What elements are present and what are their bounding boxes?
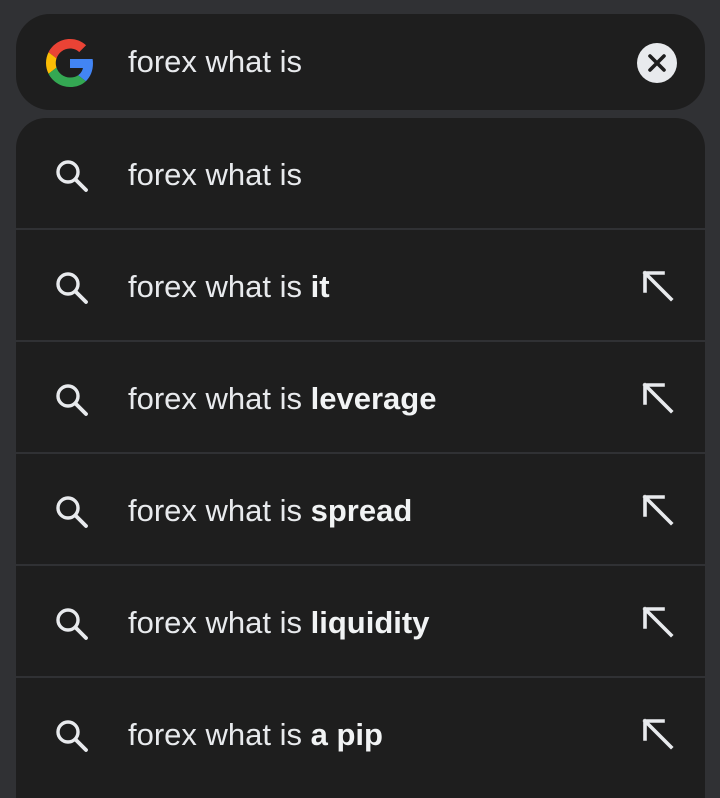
search-bar[interactable]: forex what is [16,14,705,110]
clear-search-button[interactable] [637,43,677,83]
suggestion-completion: leverage [310,381,437,416]
suggestion-text: forex what is it [128,267,330,307]
suggestion-base: forex what is [128,381,311,416]
arrow-up-left-icon[interactable] [636,488,680,532]
suggestion-base: forex what is [128,269,311,304]
suggestion-completion: spread [310,493,413,528]
suggestion-text: forex what is leverage [128,379,436,419]
suggestion-row[interactable]: forex what is a pip [16,676,705,788]
search-icon [56,384,88,416]
search-icon [56,496,88,528]
arrow-up-left-icon[interactable] [636,376,680,420]
suggestion-completion: a pip [310,717,383,752]
suggestion-base: forex what is [128,605,311,640]
search-icon [56,608,88,640]
suggestion-text: forex what is a pip [128,715,383,755]
suggestion-text: forex what is liquidity [128,603,429,643]
search-icon [56,160,88,192]
close-icon [648,54,666,72]
arrow-up-left-icon[interactable] [636,600,680,644]
google-g-icon [46,39,93,87]
suggestion-base: forex what is [128,493,311,528]
search-icon [56,720,88,752]
arrow-up-left-icon[interactable] [636,264,680,308]
suggestion-row[interactable]: forex what is liquidity [16,564,705,676]
suggestion-row[interactable]: forex what is [16,118,705,228]
suggestion-base: forex what is [128,717,311,752]
suggestion-row[interactable]: forex what is leverage [16,340,705,452]
suggestion-text: forex what is spread [128,491,412,531]
suggestion-completion: it [310,269,330,304]
suggestion-text: forex what is [128,155,302,195]
search-icon [56,272,88,304]
search-input[interactable]: forex what is [128,42,302,82]
suggestion-completion: liquidity [310,605,430,640]
suggestion-row[interactable]: forex what is it [16,228,705,340]
arrow-up-left-icon[interactable] [636,712,680,756]
suggestion-base: forex what is [128,157,303,192]
suggestions-list: forex what is forex what is it forex wha… [16,118,705,798]
suggestion-row[interactable]: forex what is spread [16,452,705,564]
